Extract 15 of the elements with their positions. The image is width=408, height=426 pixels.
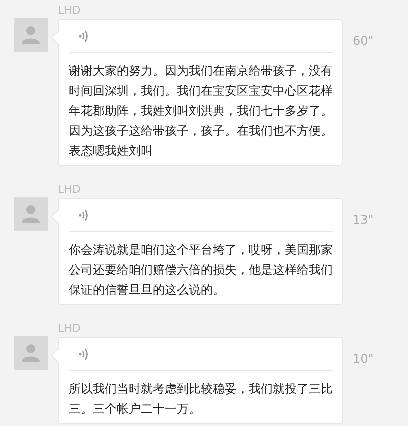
avatar xyxy=(14,197,48,231)
sender-name: LHD xyxy=(58,322,82,336)
voice-icon[interactable] xyxy=(79,348,89,361)
sender-name: LHD xyxy=(58,183,82,197)
voice-duration: 10" xyxy=(353,352,374,366)
message-text: 你会涛说就是咱们这个平台垮了，哎呀，美国那家 公司还要给咱们赔偿六倍的损失，他是这样给我们 保证的信誓旦旦的这么说的。 xyxy=(69,242,333,299)
voice-icon[interactable] xyxy=(79,30,89,43)
message-text: 所以我们当时就考虑到比较稳妥，我们就投了三比 三。三个帐户二十一万。 xyxy=(69,381,333,418)
avatar xyxy=(14,18,48,52)
avatar xyxy=(14,336,48,370)
message-text: 谢谢大家的努力。因为我们在南京给带孩子，没有 时间回深圳，我们。我们在宝安区宝安中心区花样 年花郡助阵，我姓刘叫刘洪典，我们七十多岁了。 因为这孩子这给带孩子，孩子。在我们也不方便。 表态嗯我姓刘叫 xyxy=(69,63,333,160)
voice-duration: 60" xyxy=(353,34,374,48)
voice-icon[interactable] xyxy=(79,209,89,222)
sender-name: LHD xyxy=(58,4,82,18)
voice-duration: 13" xyxy=(353,213,374,227)
